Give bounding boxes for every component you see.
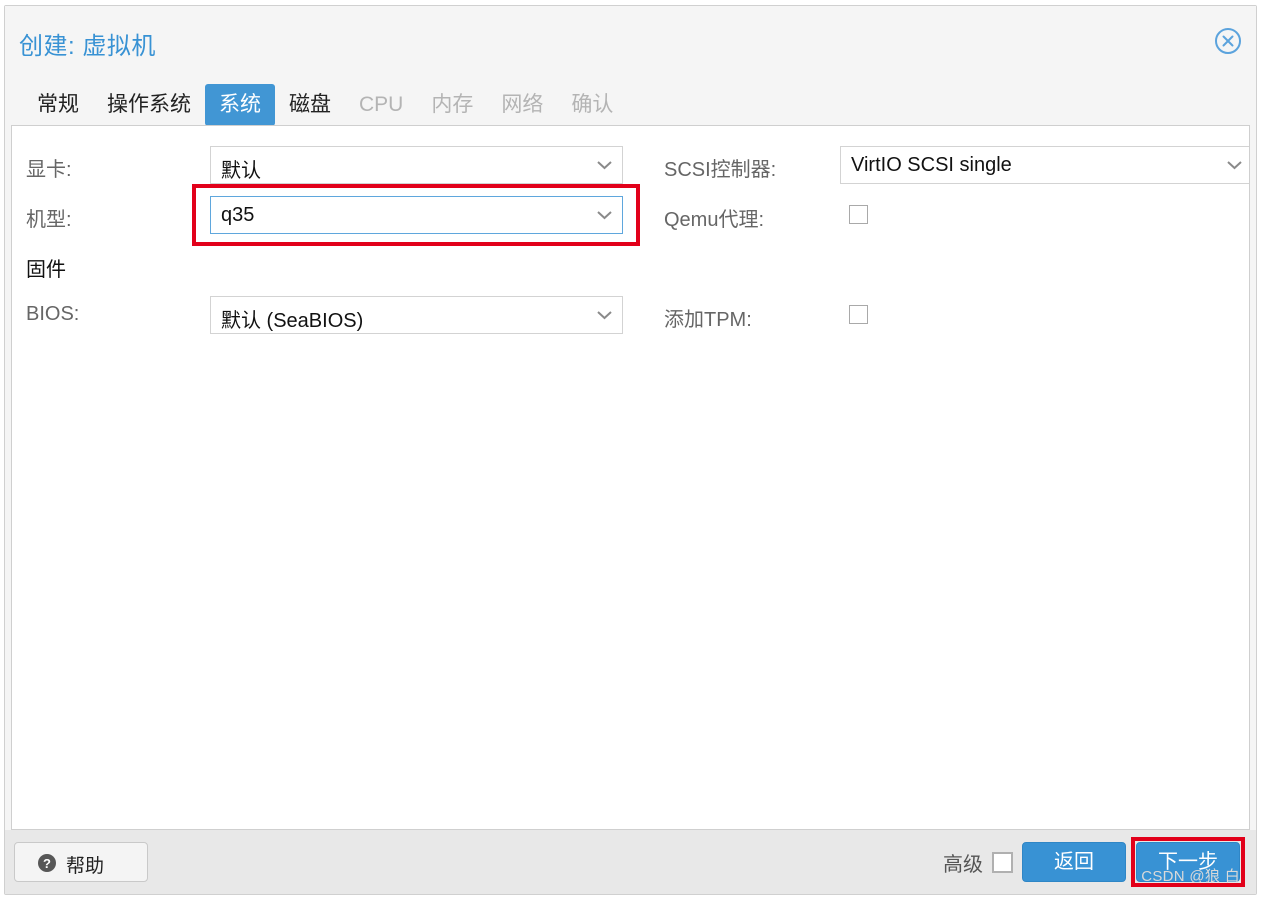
dialog-title: 创建: 虚拟机 xyxy=(19,33,156,60)
qemu-agent-label: Qemu代理: xyxy=(664,209,765,231)
screen: 创建: 虚拟机 常规 操作系统 系统 磁盘 CPU 内存 网络 确认 显卡: 默… xyxy=(0,0,1262,899)
bios-select[interactable]: 默认 (SeaBIOS) xyxy=(210,296,623,334)
scsi-controller-label: SCSI控制器: xyxy=(664,159,777,181)
advanced-label: 高级 xyxy=(943,854,983,876)
scsi-controller-value: VirtIO SCSI single xyxy=(851,154,1012,176)
bios-label: BIOS: xyxy=(26,303,80,325)
dialog-footer: ? 帮助 高级 返回 下一步 CSDN @狼 白 xyxy=(5,830,1256,894)
dialog-body: 显卡: 默认 机型: q35 固件 BIOS: 默认 (SeaBIOS) SCS… xyxy=(11,125,1250,830)
machine-type-value: q35 xyxy=(221,204,255,226)
graphic-card-value: 默认 xyxy=(221,160,261,182)
next-button[interactable]: 下一步 xyxy=(1136,842,1240,882)
tab-system[interactable]: 系统 xyxy=(205,84,275,126)
tab-network: 网络 xyxy=(501,93,544,116)
tab-cpu: CPU xyxy=(359,93,404,116)
chevron-down-icon xyxy=(596,209,613,221)
tab-os[interactable]: 操作系统 xyxy=(93,84,205,126)
chevron-down-icon xyxy=(1226,159,1243,171)
scsi-controller-select[interactable]: VirtIO SCSI single xyxy=(840,146,1249,184)
field-firmware-section: 固件 xyxy=(12,244,652,286)
dialog-header: 创建: 虚拟机 常规 操作系统 系统 磁盘 CPU 内存 网络 确认 xyxy=(5,6,1256,126)
chevron-down-icon xyxy=(596,309,613,321)
tab-memory: 内存 xyxy=(431,93,474,116)
field-machine-type: 机型: q35 xyxy=(12,194,652,236)
add-tpm-label: 添加TPM: xyxy=(664,309,752,331)
tab-confirm: 确认 xyxy=(571,93,614,116)
field-graphic-card: 显卡: 默认 xyxy=(12,144,652,186)
graphic-card-select[interactable]: 默认 xyxy=(210,146,623,184)
close-icon[interactable] xyxy=(1213,26,1243,56)
firmware-section-label: 固件 xyxy=(26,259,66,281)
field-qemu-agent: Qemu代理: xyxy=(652,194,1249,236)
field-add-tpm: 添加TPM: xyxy=(652,294,1249,336)
tab-disks[interactable]: 磁盘 xyxy=(275,84,345,126)
advanced-toggle: 高级 xyxy=(943,848,1013,877)
chevron-down-icon xyxy=(596,159,613,171)
back-button[interactable]: 返回 xyxy=(1022,842,1126,882)
field-scsi-controller: SCSI控制器: VirtIO SCSI single xyxy=(652,144,1249,186)
tab-general[interactable]: 常规 xyxy=(23,84,93,126)
question-mark-icon: ? xyxy=(37,853,57,873)
machine-type-select[interactable]: q35 xyxy=(210,196,623,234)
bios-value: 默认 (SeaBIOS) xyxy=(221,310,364,332)
help-button[interactable]: ? 帮助 xyxy=(14,842,148,882)
qemu-agent-checkbox[interactable] xyxy=(849,205,868,224)
field-bios: BIOS: 默认 (SeaBIOS) xyxy=(12,294,652,336)
create-vm-dialog: 创建: 虚拟机 常规 操作系统 系统 磁盘 CPU 内存 网络 确认 显卡: 默… xyxy=(4,5,1257,895)
tab-bar: 常规 操作系统 系统 磁盘 CPU 内存 网络 确认 xyxy=(23,84,627,126)
graphic-card-label: 显卡: xyxy=(26,159,72,181)
help-button-label: 帮助 xyxy=(66,856,105,877)
svg-text:?: ? xyxy=(43,856,51,871)
add-tpm-checkbox[interactable] xyxy=(849,305,868,324)
advanced-checkbox[interactable] xyxy=(992,852,1013,873)
machine-type-label: 机型: xyxy=(26,209,72,231)
